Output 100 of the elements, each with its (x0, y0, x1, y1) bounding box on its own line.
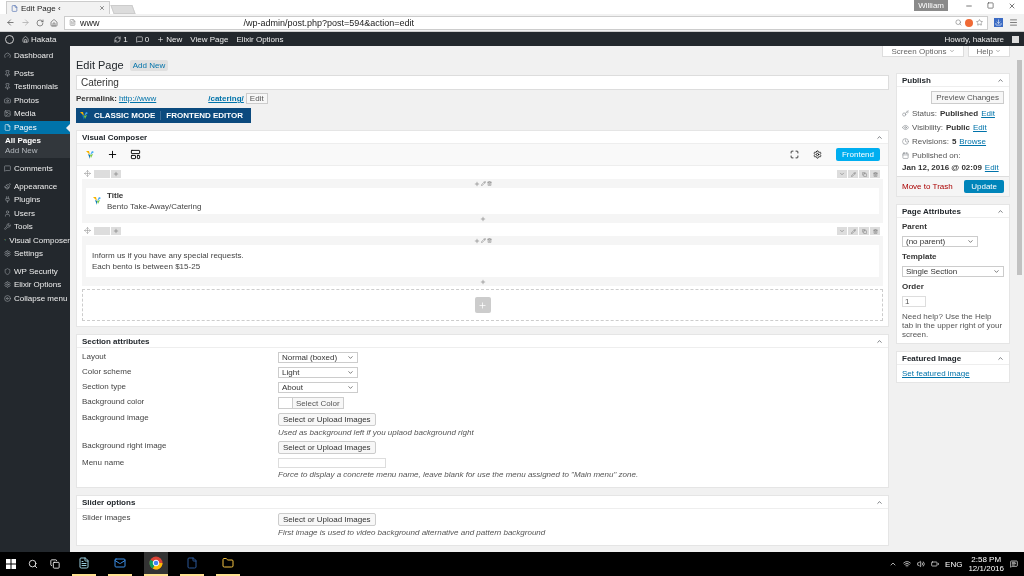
minimize-icon[interactable] (965, 2, 973, 10)
trash-icon[interactable] (486, 181, 492, 186)
browser-tab[interactable]: Edit Page ‹ (6, 1, 110, 14)
greeting-link[interactable]: Howdy, hakatare (944, 34, 1004, 44)
sidebar-item[interactable]: Dashboard (0, 49, 70, 63)
star-icon[interactable] (976, 19, 983, 26)
color-picker[interactable]: Select Color (278, 397, 344, 409)
edit-icon[interactable] (480, 238, 486, 243)
sidebar-item[interactable]: Posts (0, 66, 70, 80)
publish-link[interactable]: Browse (959, 137, 987, 146)
close-icon[interactable] (99, 5, 105, 11)
move-icon[interactable] (84, 227, 91, 234)
battery-icon[interactable] (931, 560, 940, 568)
select-field[interactable]: Normal (boxed) (278, 352, 358, 363)
tray-expand-icon[interactable] (889, 560, 898, 568)
publish-link[interactable]: Edit (973, 123, 987, 132)
sidebar-item[interactable]: Collapse menu (0, 291, 70, 305)
forward-icon[interactable] (21, 18, 30, 27)
add-icon[interactable] (107, 149, 118, 160)
edit-button[interactable]: Edit (245, 93, 268, 104)
sidebar-item[interactable]: Plugins (0, 193, 70, 207)
sidebar-item[interactable]: Comments (0, 162, 70, 176)
collapse-icon[interactable] (876, 498, 883, 506)
copy-button[interactable] (859, 170, 869, 178)
restore-icon[interactable] (987, 2, 994, 9)
input-field[interactable] (278, 458, 386, 468)
collapse-icon[interactable] (876, 337, 883, 345)
add-new-button[interactable]: Add New (129, 59, 169, 71)
upload-button[interactable]: Select or Upload Images (278, 413, 376, 426)
permalink-slug[interactable]: /catering/ (208, 94, 244, 103)
wifi-icon[interactable] (903, 560, 912, 568)
upload-button[interactable]: Select or Upload Images (278, 441, 376, 454)
new-link[interactable]: New (157, 34, 183, 44)
publish-link[interactable]: Edit (981, 109, 995, 118)
back-icon[interactable] (6, 18, 15, 27)
site-link[interactable]: Hakata (22, 34, 57, 44)
copy-button[interactable] (859, 227, 869, 235)
delete-button[interactable] (870, 170, 880, 178)
submenu-item[interactable]: Add New (0, 146, 70, 155)
add-column-button[interactable] (111, 170, 121, 178)
sidebar-item[interactable]: Testimonials (0, 80, 70, 94)
sidebar-item[interactable]: Visual Composer (0, 233, 70, 247)
select-field[interactable]: About (278, 382, 358, 393)
input-field[interactable]: 1 (902, 296, 926, 307)
settings-icon[interactable] (812, 150, 822, 159)
notifications-icon[interactable] (1010, 560, 1018, 568)
add-column-button[interactable] (111, 227, 121, 235)
sidebar-item[interactable]: Elixir Options (0, 278, 70, 292)
sidebar-item[interactable]: Pages (0, 120, 70, 134)
clock[interactable]: 2:58 PM 12/1/2016 (968, 555, 1004, 573)
edit-button[interactable] (848, 170, 858, 178)
trash-link[interactable]: Move to Trash (902, 182, 953, 191)
edit-icon[interactable] (480, 181, 486, 186)
scrollbar-thumb[interactable] (1016, 60, 1022, 275)
template-icon[interactable] (130, 149, 141, 160)
help-tab[interactable]: Help (967, 46, 1010, 57)
sidebar-item[interactable]: Users (0, 206, 70, 220)
collapse-icon[interactable] (997, 354, 1004, 362)
download-icon[interactable] (994, 18, 1003, 27)
menu-icon[interactable] (1009, 18, 1018, 27)
preview-button[interactable]: Preview Changes (931, 91, 1004, 104)
admin-bar-link[interactable]: Elixir Options (236, 34, 284, 44)
move-icon[interactable] (84, 170, 91, 177)
comments-link[interactable]: 0 (135, 34, 150, 44)
fullscreen-icon[interactable] (789, 150, 799, 159)
collapse-icon[interactable] (997, 76, 1004, 84)
sidebar-item[interactable]: Appearance (0, 179, 70, 193)
collapse-icon[interactable] (997, 207, 1004, 215)
add-element-button[interactable] (474, 297, 491, 313)
trash-icon[interactable] (486, 238, 492, 243)
featured-image-link[interactable]: Set featured image (902, 369, 1004, 378)
title-field[interactable]: Catering (76, 75, 889, 90)
upload-button[interactable]: Select or Upload Images (278, 513, 376, 526)
sidebar-item[interactable]: Photos (0, 93, 70, 107)
task-view-icon[interactable] (50, 559, 60, 569)
toggle-button[interactable] (837, 227, 847, 235)
permalink-link[interactable]: http://www (118, 94, 207, 103)
select-field[interactable]: (no parent) (902, 236, 978, 247)
address-bar[interactable]: www /wp-admin/post.php?post=594&action=edit (64, 15, 988, 30)
mode-button[interactable]: CLASSIC MODE (89, 111, 161, 120)
wordpress-logo-icon[interactable] (5, 34, 14, 44)
select-field[interactable]: Single Section (902, 266, 1004, 277)
edit-button[interactable] (848, 227, 858, 235)
sidebar-item[interactable]: WP Security (0, 264, 70, 278)
extension-icon[interactable] (965, 18, 973, 27)
sidebar-item[interactable]: Tools (0, 220, 70, 234)
mode-button[interactable]: FRONTEND EDITOR (160, 111, 249, 120)
reload-icon[interactable] (36, 18, 44, 27)
sidebar-item[interactable]: Settings (0, 247, 70, 261)
updates-link[interactable]: 1 (114, 34, 128, 44)
submenu-item[interactable]: All Pages (0, 136, 70, 145)
sidebar-item[interactable]: Media (0, 107, 70, 121)
admin-bar-link[interactable]: View Page (190, 34, 229, 44)
toggle-button[interactable] (837, 170, 847, 178)
collapse-icon[interactable] (876, 133, 883, 141)
close-icon[interactable] (1008, 2, 1016, 10)
chrome-icon[interactable] (149, 556, 163, 570)
screen-options-tab[interactable]: Screen Options (882, 46, 964, 57)
taskbar-app[interactable] (144, 552, 168, 576)
update-button[interactable]: Update (964, 180, 1004, 193)
